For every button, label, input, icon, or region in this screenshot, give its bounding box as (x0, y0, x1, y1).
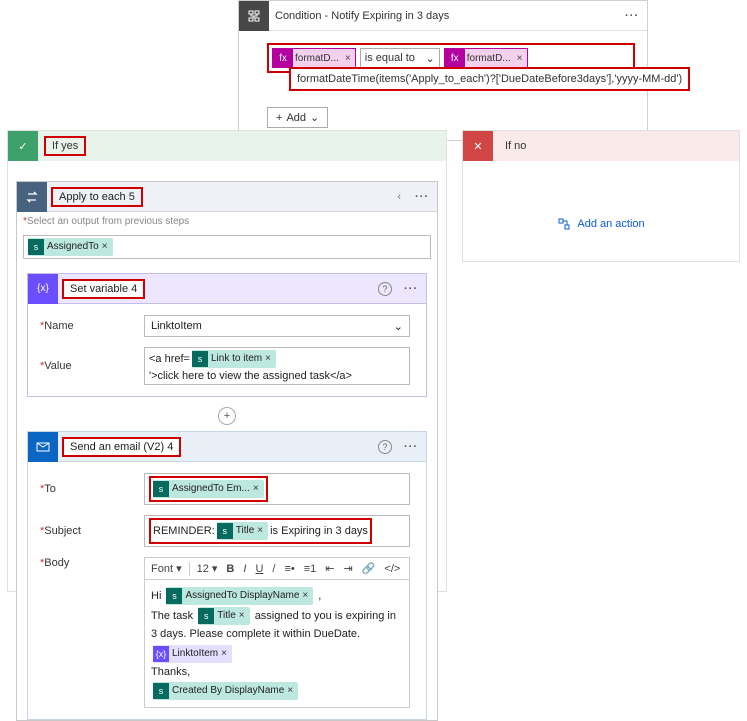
sharepoint-icon: s (166, 588, 182, 604)
left-expression[interactable]: fx formatD... × (272, 48, 356, 68)
branch-icon (239, 1, 269, 31)
remove-right-expr[interactable]: × (517, 53, 523, 64)
assignedto-pill[interactable]: s AssignedTo × (28, 238, 113, 256)
add-condition-button[interactable]: + Add ⌄ (267, 107, 328, 128)
remove-pill[interactable]: × (254, 522, 266, 540)
italic-button[interactable]: I (241, 562, 248, 576)
more-menu[interactable]: ··· (396, 283, 426, 295)
font-dropdown[interactable]: Font ▾ (149, 561, 184, 576)
fx-icon: fx (445, 48, 465, 68)
condition-card: Condition - Notify Expiring in 3 days ··… (238, 0, 648, 141)
remove-pill[interactable]: × (262, 350, 274, 368)
sharepoint-icon: s (192, 351, 208, 367)
assignedto-email-pill[interactable]: s AssignedTo Em... × (153, 480, 264, 498)
sharepoint-icon: s (198, 608, 214, 624)
output-field[interactable]: s AssignedTo × (23, 235, 431, 259)
remove-pill[interactable]: × (284, 682, 296, 700)
fx-icon: fx (273, 48, 293, 68)
send-email-header[interactable]: Send an email (V2) 4 ? ··· (28, 432, 426, 462)
chevron-down-icon: ⌄ (394, 320, 403, 333)
remove-pill[interactable]: × (236, 607, 248, 625)
displayname-pill[interactable]: s AssignedTo DisplayName × (166, 587, 313, 605)
variable-icon: {x} (28, 274, 58, 304)
clear-format-button[interactable]: / (270, 562, 277, 576)
send-email-card: Send an email (V2) 4 ? ··· *To s Assigne… (27, 431, 427, 720)
remove-pill[interactable]: × (99, 238, 111, 256)
email-subject-input[interactable]: REMINDER: s Title × is Expiring in 3 day… (144, 515, 410, 547)
loop-icon (17, 182, 47, 212)
remove-pill[interactable]: × (250, 480, 262, 498)
remove-pill[interactable]: × (299, 587, 311, 605)
more-menu[interactable]: ··· (407, 191, 437, 203)
bold-button[interactable]: B (224, 562, 236, 576)
help-icon[interactable]: ? (378, 282, 392, 296)
expression-tooltip: formatDateTime(items('Apply_to_each')?['… (289, 67, 690, 91)
sharepoint-icon: s (217, 523, 233, 539)
remove-left-expr[interactable]: × (345, 53, 351, 64)
add-action-icon (557, 217, 571, 231)
if-yes-header: ✓ If yes (8, 131, 446, 161)
remove-pill[interactable]: × (218, 645, 230, 663)
linktoitem-var-pill[interactable]: {x} LinktoItem × (153, 645, 232, 663)
title-pill[interactable]: s Title × (217, 522, 268, 540)
set-variable-card: {x} Set variable 4 ? ··· *Name LinktoIte… (27, 273, 427, 397)
if-yes-branch: ✓ If yes Apply to each 5 ‹ ··· *Select a… (7, 130, 447, 592)
sharepoint-icon: s (153, 683, 169, 699)
plus-icon: + (276, 112, 282, 124)
operator-dropdown[interactable]: is equal to ⌄ (360, 48, 440, 68)
more-menu[interactable]: ··· (617, 10, 647, 22)
variable-value-input[interactable]: <a href= s Link to item × '>click here t… (144, 347, 410, 385)
set-variable-title: Set variable 4 (62, 279, 145, 299)
check-icon: ✓ (8, 131, 38, 161)
outlook-icon (28, 432, 58, 462)
chevron-down-icon: ⌄ (310, 111, 319, 124)
insert-step-button[interactable]: + (218, 407, 236, 425)
apply-to-each-title: Apply to each 5 (51, 187, 143, 207)
add-action-button[interactable]: Add an action (463, 217, 739, 231)
variable-icon: {x} (153, 646, 169, 662)
condition-title: Condition - Notify Expiring in 3 days (269, 10, 617, 22)
fontsize-dropdown[interactable]: 12 ▾ (195, 561, 220, 576)
if-yes-label: If yes (44, 136, 86, 156)
send-email-title: Send an email (V2) 4 (62, 437, 181, 457)
rich-toolbar: Font ▾ 12 ▾ B I U / ≡• ≡1 ⇤ ⇥ (144, 557, 410, 579)
number-list-button[interactable]: ≡1 (302, 562, 319, 576)
underline-button[interactable]: U (253, 562, 265, 576)
if-no-label: If no (499, 138, 532, 154)
right-expression[interactable]: fx formatD... × (444, 48, 528, 68)
chevron-down-icon: ⌄ (426, 52, 435, 65)
indent-button[interactable]: ⇥ (342, 561, 355, 576)
if-no-branch: ✕ If no Add an action (462, 130, 740, 262)
createdby-pill[interactable]: s Created By DisplayName × (153, 682, 298, 700)
linktoitem-pill[interactable]: s Link to item × (192, 350, 276, 368)
variable-name-select[interactable]: LinktoItem ⌄ (144, 315, 410, 337)
code-view-button[interactable]: </> (382, 562, 402, 576)
link-button[interactable]: 🔗 (360, 561, 378, 576)
email-body-editor[interactable]: Hi s AssignedTo DisplayName × , The task… (144, 579, 410, 708)
email-to-input[interactable]: s AssignedTo Em... × (144, 473, 410, 505)
apply-to-each-card: Apply to each 5 ‹ ··· *Select an output … (16, 181, 438, 721)
set-variable-header[interactable]: {x} Set variable 4 ? ··· (28, 274, 426, 304)
sharepoint-icon: s (153, 481, 169, 497)
apply-to-each-header[interactable]: Apply to each 5 ‹ ··· (17, 182, 437, 212)
bullet-list-button[interactable]: ≡• (282, 562, 296, 576)
if-no-header: ✕ If no (463, 131, 739, 161)
cross-icon: ✕ (463, 131, 493, 161)
help-icon[interactable]: ? (378, 440, 392, 454)
title-pill[interactable]: s Title × (198, 607, 249, 625)
condition-header[interactable]: Condition - Notify Expiring in 3 days ··… (239, 1, 647, 31)
sharepoint-icon: s (28, 239, 44, 255)
collapse-arrow[interactable]: ‹ (391, 191, 407, 203)
more-menu[interactable]: ··· (396, 441, 426, 453)
outdent-button[interactable]: ⇤ (323, 561, 336, 576)
